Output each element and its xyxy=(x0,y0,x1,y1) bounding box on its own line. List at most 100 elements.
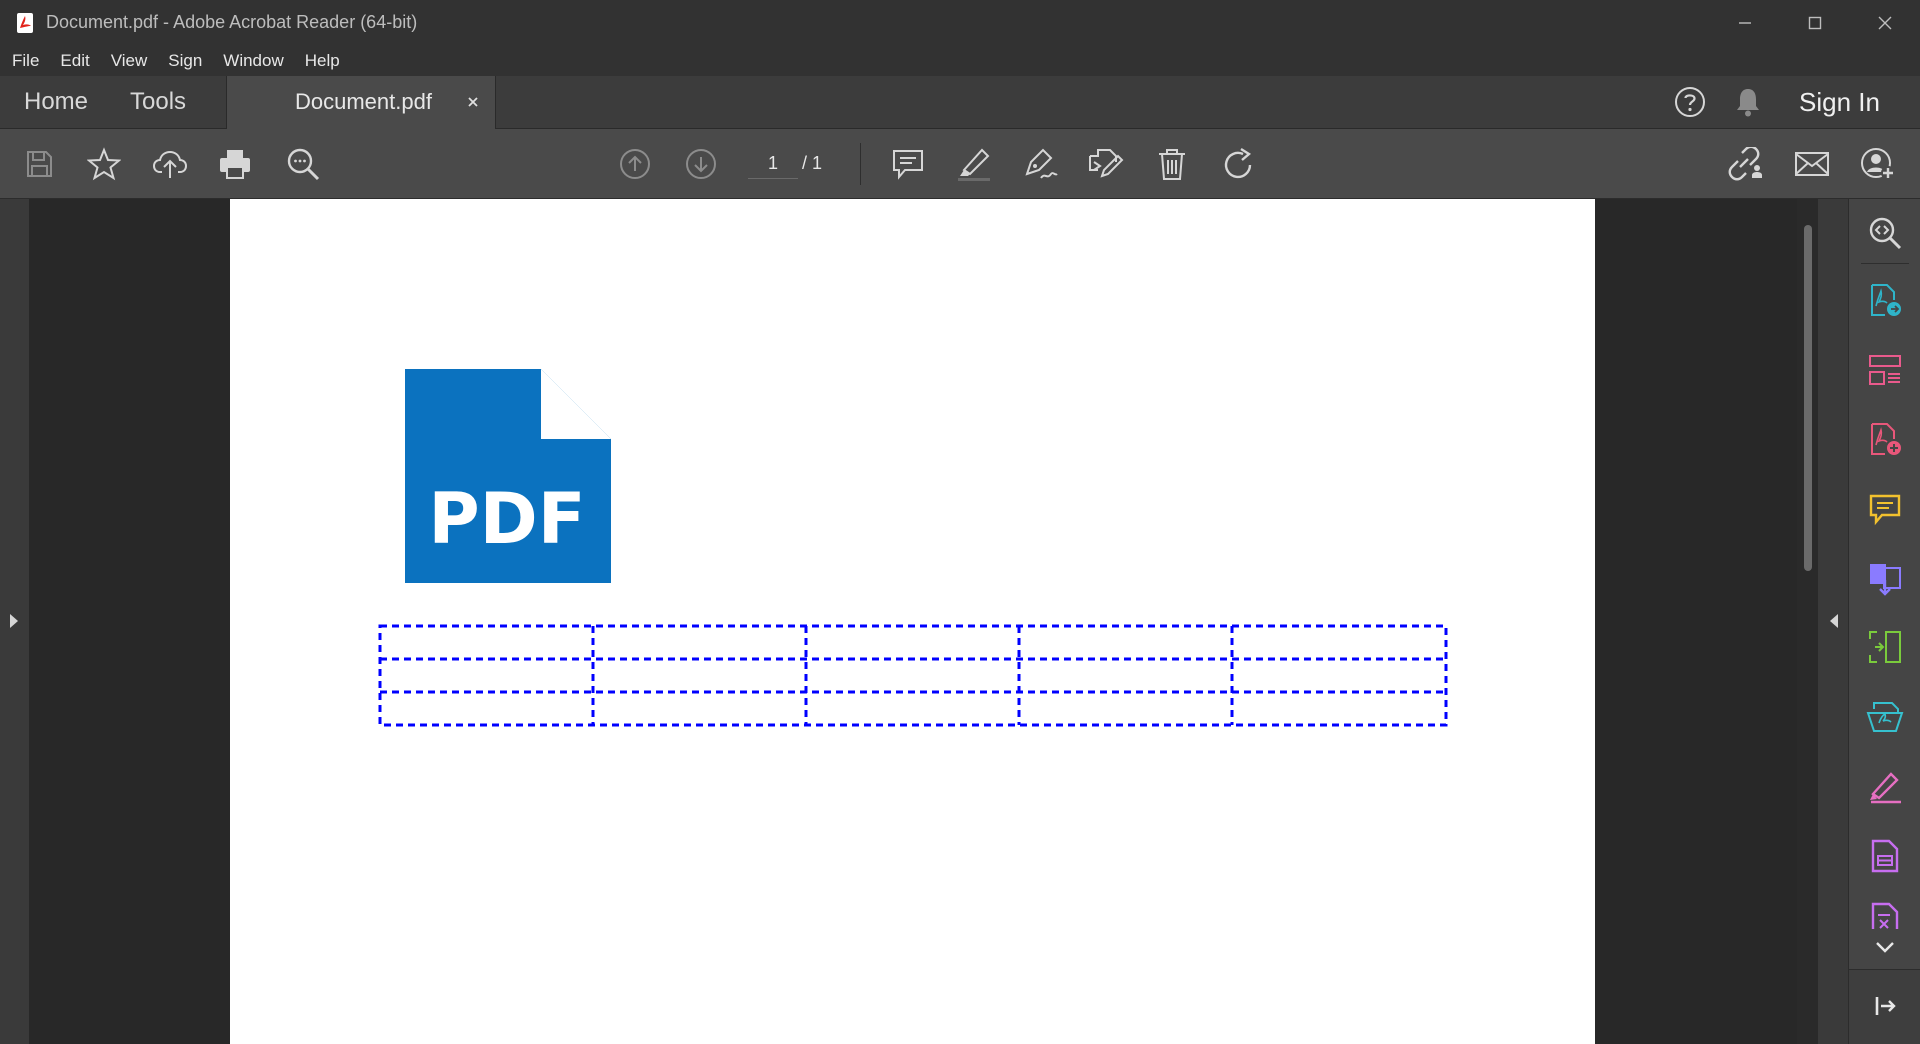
menu-window[interactable]: Window xyxy=(223,51,283,71)
vertical-scrollbar[interactable] xyxy=(1797,199,1818,1044)
scan-ocr-tool[interactable] xyxy=(1865,627,1905,667)
main-toolbar: 1 / 1 xyxy=(0,129,1920,199)
rail-footer xyxy=(1849,969,1920,1044)
rotate-icon xyxy=(1224,147,1252,179)
page-count: / 1 xyxy=(802,153,823,173)
next-page-button[interactable] xyxy=(681,146,721,182)
maximize-button[interactable] xyxy=(1780,0,1850,45)
find-button[interactable] xyxy=(283,146,323,182)
delete-button[interactable] xyxy=(1152,146,1192,182)
menu-sign[interactable]: Sign xyxy=(168,51,202,71)
highlight-icon xyxy=(958,148,990,181)
pdf-page: PDF xyxy=(230,199,1595,1044)
upload-cloud-icon xyxy=(152,150,188,178)
organize-pages-tool[interactable] xyxy=(1865,350,1905,390)
share-link-icon xyxy=(1728,147,1762,181)
menu-edit[interactable]: Edit xyxy=(60,51,89,71)
fill-sign-button[interactable] xyxy=(1085,146,1125,182)
share-user-button[interactable] xyxy=(1858,146,1898,182)
right-tools-pane xyxy=(1848,199,1920,1044)
upload-button[interactable] xyxy=(150,146,190,182)
document-tab-label: Document.pdf xyxy=(295,89,432,114)
draw-button[interactable] xyxy=(1020,146,1060,182)
collapse-right-pane-icon[interactable] xyxy=(1829,613,1839,629)
menu-view[interactable]: View xyxy=(111,51,148,71)
acrobat-app-icon xyxy=(17,12,33,33)
comment-tool[interactable] xyxy=(1865,489,1905,529)
rail-separator xyxy=(1861,263,1909,264)
fill-sign-tool[interactable] xyxy=(1865,766,1905,806)
comment-icon xyxy=(893,150,923,180)
print-icon xyxy=(220,150,250,179)
expand-left-pane-icon[interactable] xyxy=(9,613,19,629)
close-window-button[interactable] xyxy=(1850,0,1920,45)
highlight-button[interactable] xyxy=(954,146,994,182)
scroll-tools-down-button[interactable] xyxy=(1865,929,1905,965)
zoom-icon xyxy=(1869,217,1902,250)
help-icon[interactable] xyxy=(1673,85,1707,119)
delete-icon xyxy=(1159,149,1185,180)
page-up-icon xyxy=(620,149,650,179)
combine-files-icon xyxy=(1870,564,1901,596)
zoom-search-icon xyxy=(287,148,320,181)
export-pdf-icon xyxy=(1871,284,1901,316)
minimize-icon xyxy=(1739,21,1751,24)
redact-icon xyxy=(1871,902,1899,929)
share-user-icon xyxy=(1861,148,1895,180)
pdf-logo-text: PDF xyxy=(428,478,585,560)
menu-bar: File Edit View Sign Window Help xyxy=(0,45,1920,76)
email-icon xyxy=(1795,152,1829,176)
redact-tool[interactable] xyxy=(1865,899,1905,929)
sign-in-button[interactable]: Sign In xyxy=(1799,87,1880,118)
menu-file[interactable]: File xyxy=(12,51,39,71)
export-pdf-tool[interactable] xyxy=(1865,280,1905,320)
page-number-input[interactable]: 1 xyxy=(748,147,798,179)
collapse-panel-icon xyxy=(1875,997,1896,1015)
title-bar: Document.pdf - Adobe Acrobat Reader (64-… xyxy=(0,0,1920,45)
pdf-file-icon: PDF xyxy=(405,369,611,583)
send-track-icon xyxy=(1866,702,1904,732)
page-down-icon xyxy=(686,149,716,179)
close-icon xyxy=(468,97,478,107)
tab-tools[interactable]: Tools xyxy=(130,76,186,128)
send-track-tool[interactable] xyxy=(1865,697,1905,737)
collapse-tools-pane-button[interactable] xyxy=(1865,986,1905,1026)
tab-bar: Home Tools Document.pdf Sign In xyxy=(0,76,1920,129)
comment-button[interactable] xyxy=(888,146,928,182)
draw-sign-icon xyxy=(1025,148,1058,179)
dashed-table-grid xyxy=(378,624,1448,727)
previous-page-button[interactable] xyxy=(615,146,655,182)
save-button[interactable] xyxy=(19,146,59,182)
organize-pages-icon xyxy=(1869,355,1901,385)
combine-files-tool[interactable] xyxy=(1865,558,1905,598)
zoom-tool-button[interactable] xyxy=(1865,213,1905,253)
save-icon xyxy=(27,151,52,177)
create-pdf-icon xyxy=(1871,423,1901,455)
tab-document[interactable]: Document.pdf xyxy=(226,76,496,129)
toolbar-separator xyxy=(860,143,861,185)
maximize-icon xyxy=(1808,16,1822,29)
share-link-button[interactable] xyxy=(1725,146,1765,182)
comment-icon xyxy=(1869,494,1901,526)
minimize-button[interactable] xyxy=(1710,0,1780,45)
email-button[interactable] xyxy=(1792,146,1832,182)
window-title: Document.pdf - Adobe Acrobat Reader (64-… xyxy=(46,12,418,32)
star-icon xyxy=(87,147,121,181)
notifications-bell-icon[interactable] xyxy=(1733,86,1763,118)
right-pane-toggle-strip xyxy=(1818,199,1848,1044)
close-tab-button[interactable] xyxy=(461,90,485,114)
menu-help[interactable]: Help xyxy=(305,51,340,71)
tab-home[interactable]: Home xyxy=(24,76,88,128)
rotate-button[interactable] xyxy=(1218,146,1258,182)
document-viewer[interactable]: PDF xyxy=(29,199,1797,1044)
chevron-down-icon xyxy=(1876,942,1894,953)
fill-sign-icon xyxy=(1870,772,1901,804)
scrollbar-thumb[interactable] xyxy=(1804,225,1812,571)
protect-tool[interactable] xyxy=(1865,836,1905,876)
bookmark-button[interactable] xyxy=(84,146,124,182)
create-pdf-tool[interactable] xyxy=(1865,419,1905,459)
close-icon xyxy=(1878,16,1892,29)
scan-ocr-icon xyxy=(1869,631,1901,663)
left-navigation-pane xyxy=(0,199,29,1044)
print-button[interactable] xyxy=(215,146,255,182)
